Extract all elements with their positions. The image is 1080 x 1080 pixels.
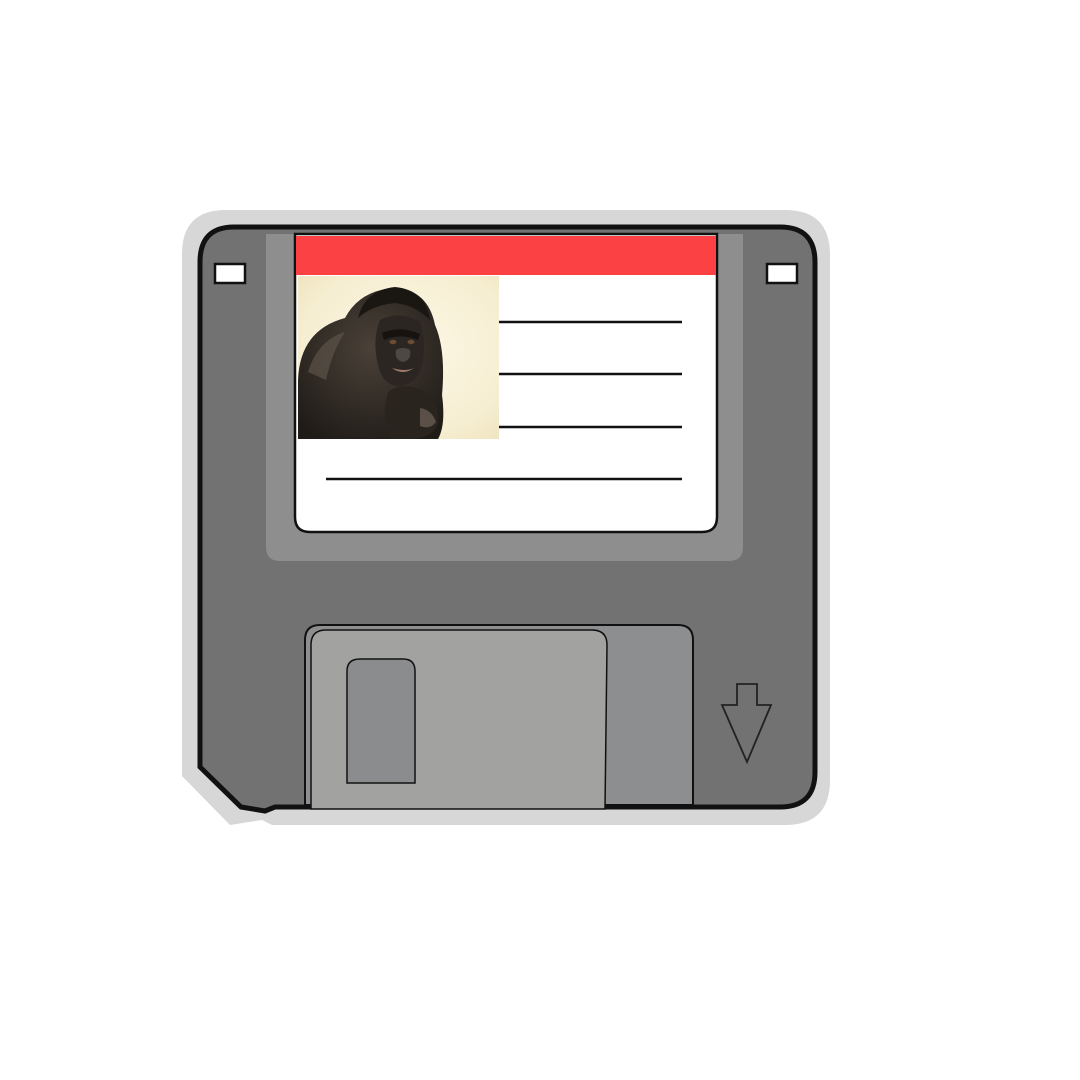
write-protect-notch-icon [765, 262, 799, 285]
write-protect-notch-icon [213, 262, 247, 285]
shutter-window [346, 658, 416, 784]
floppy-disk-illustration [182, 210, 830, 825]
label-header-band [296, 236, 716, 275]
gorilla-photo [298, 276, 499, 439]
